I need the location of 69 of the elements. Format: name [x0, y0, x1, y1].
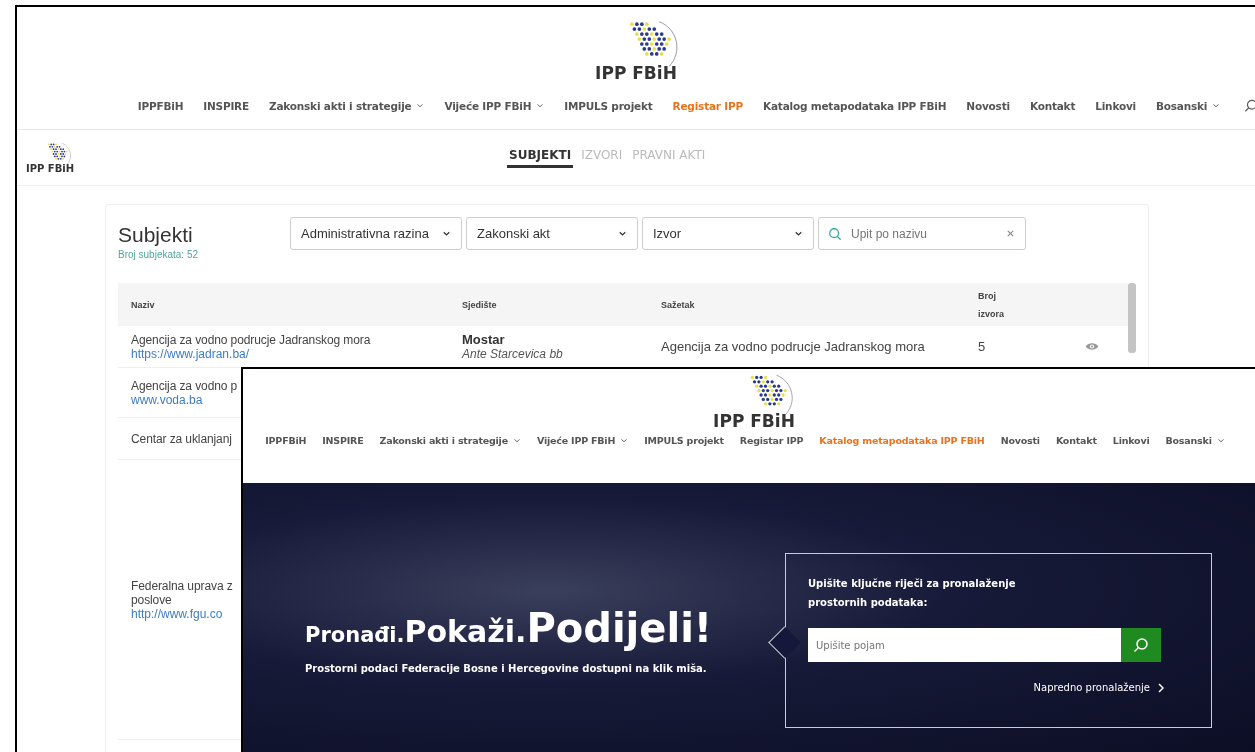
nav-link[interactable]: Katalog metapodataka IPP FBiH: [753, 100, 957, 112]
filter-dropdown[interactable]: Zakonski akt: [466, 217, 638, 250]
clear-icon[interactable]: [1006, 229, 1015, 238]
filter-dropdown[interactable]: Administrativna razina: [290, 217, 462, 250]
website-link[interactable]: www.voda.ba: [131, 392, 203, 407]
caret-icon: [620, 437, 629, 444]
column-header: Naziv: [131, 299, 156, 310]
hero-title-word: Pronađi.: [305, 623, 405, 647]
website-link[interactable]: https://www.jadran.ba/: [131, 346, 250, 361]
caret-icon: [618, 230, 627, 237]
advanced-search-link[interactable]: Napredno pronalaženje: [808, 682, 1164, 693]
address-text: Ante Starcevica bb: [462, 347, 564, 361]
nav-link[interactable]: Vijeće IPP FBiH: [434, 100, 555, 112]
card-title: Subjekti: [118, 223, 194, 247]
nav-link[interactable]: IPPFBiH: [257, 435, 315, 446]
hero-title-word: Pokaži.: [404, 614, 527, 649]
summary-text: Agencija za vodno podrucje Jadranskog mora: [661, 339, 926, 354]
caret-icon: [416, 103, 425, 109]
caret-icon: [442, 230, 451, 237]
caret-icon: [536, 103, 545, 109]
logo-text: IPP FBiH: [595, 63, 677, 83]
subject-name: Agencija za vodno p: [131, 378, 238, 393]
nav-link[interactable]: Novosti: [992, 435, 1048, 446]
nav-link[interactable]: Zakonski akti i strategije: [258, 100, 435, 112]
column-header: Sažetak: [661, 299, 696, 310]
filter-dropdown[interactable]: Izvor: [642, 217, 814, 250]
scrollbar[interactable]: [1128, 283, 1136, 353]
nav-link[interactable]: Bosanski: [1145, 100, 1231, 112]
hero-title-word: Podijeli!: [526, 605, 713, 651]
subject-name: Federalna uprava z: [131, 578, 233, 593]
subject-name: poslove: [131, 592, 172, 607]
caret-icon: [794, 230, 803, 237]
city-text: Mostar: [462, 332, 506, 347]
logo-text: IPP FBiH: [25, 162, 75, 174]
nav-link[interactable]: Vijeće IPP FBiH: [528, 435, 637, 446]
nav-link[interactable]: Kontakt: [1019, 100, 1086, 112]
nav-link[interactable]: Linkovi: [1085, 100, 1146, 112]
source-count: 5: [978, 339, 987, 354]
website-link[interactable]: http://www.fgu.co: [131, 606, 223, 621]
column-header: Sjedište: [462, 299, 498, 310]
nav-link[interactable]: IMPULS projekt: [636, 435, 732, 446]
search-field[interactable]: Upit po nazivu: [818, 217, 1026, 250]
subject-count: Broj subjekata: 52: [118, 249, 200, 260]
nav-link[interactable]: Bosanski: [1157, 435, 1233, 446]
subject-name: Centar za uklanjanj: [131, 431, 232, 446]
nav-link[interactable]: Registar IPP: [731, 435, 812, 446]
hero-subtitle: Prostorni podaci Federacije Bosne i Hercegovine dostupni na klik miša.: [305, 663, 708, 674]
chevron-right-icon: [1158, 682, 1164, 693]
keyword-input[interactable]: Upišite pojam: [808, 628, 1121, 662]
caret-icon: [1216, 437, 1225, 444]
nav-link[interactable]: IMPULS projekt: [554, 100, 663, 112]
column-header: Broj izvora: [978, 289, 1005, 321]
tab[interactable]: SUBJEKTI: [507, 148, 574, 168]
search-label: Upišite ključne riječi za pronalaženje prostornih podataka:: [808, 577, 1017, 610]
nav-link[interactable]: Kontakt: [1047, 435, 1105, 446]
caret-icon: [1212, 103, 1221, 109]
caret-icon: [512, 437, 521, 444]
search-icon[interactable]: [1244, 99, 1255, 113]
search-button[interactable]: [1121, 628, 1161, 662]
nav-link[interactable]: Linkovi: [1104, 435, 1158, 446]
subject-name: Agencija za vodno podrucje Jadranskog mora: [131, 332, 371, 347]
search-icon: [1133, 637, 1149, 653]
nav-link[interactable]: Novosti: [956, 100, 1020, 112]
eye-icon[interactable]: [1085, 342, 1099, 351]
logo-text: IPP FBiH: [713, 411, 795, 431]
nav-link[interactable]: INSPIRE: [314, 435, 372, 446]
nav-link[interactable]: Zakonski akti i strategije: [371, 435, 529, 446]
nav-link[interactable]: INSPIRE: [193, 100, 259, 112]
nav-link[interactable]: IPPFBiH: [127, 100, 194, 112]
